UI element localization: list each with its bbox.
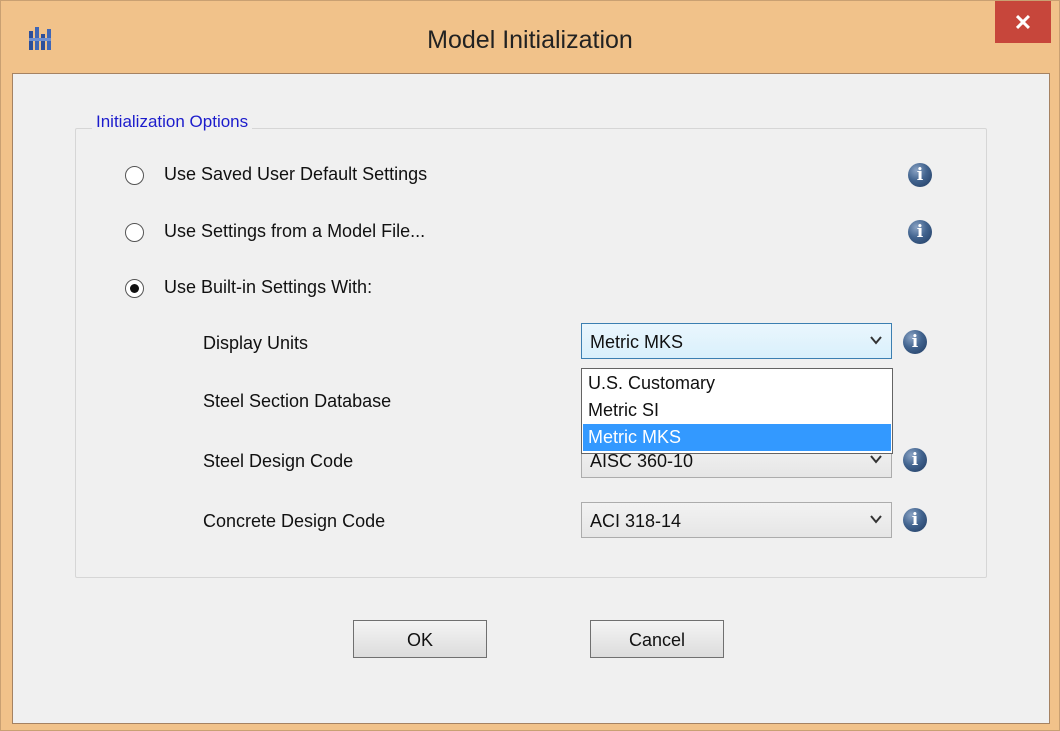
info-icon[interactable]: i: [903, 448, 927, 472]
close-icon: ✕: [1013, 10, 1033, 35]
chevron-down-icon: [870, 336, 882, 345]
radio-button[interactable]: [125, 223, 144, 242]
ok-button[interactable]: OK: [353, 620, 487, 658]
radio-button[interactable]: [125, 166, 144, 185]
dialog-body: Initialization Options Use Saved User De…: [12, 73, 1050, 724]
radio-label: Use Saved User Default Settings: [164, 164, 428, 184]
dropdown-option[interactable]: U.S. Customary: [583, 370, 891, 397]
radio-label: Use Built-in Settings With:: [164, 277, 373, 297]
info-icon[interactable]: i: [903, 508, 927, 532]
dropdown-option[interactable]: Metric SI: [583, 397, 891, 424]
display-units-dropdown-list: U.S. Customary Metric SI Metric MKS: [581, 368, 893, 454]
steel-section-database-label: Steel Section Database: [203, 391, 392, 411]
info-icon[interactable]: i: [903, 330, 927, 354]
dropdown-option-label: U.S. Customary: [588, 373, 716, 393]
info-icon[interactable]: i: [908, 220, 932, 244]
display-units-label: Display Units: [203, 333, 309, 353]
radio-label: Use Settings from a Model File...: [164, 221, 426, 241]
dropdown-option-label: Metric SI: [588, 400, 660, 420]
dropdown-option-label: Metric MKS: [588, 427, 682, 447]
cancel-button[interactable]: Cancel: [590, 620, 724, 658]
radio-button[interactable]: [125, 279, 144, 298]
group-legend: Initialization Options: [92, 112, 253, 132]
display-units-combo[interactable]: Metric MKS: [581, 323, 892, 359]
combo-value: AISC 360-10: [590, 451, 694, 471]
combo-value: Metric MKS: [590, 332, 684, 352]
window-title: Model Initialization: [427, 26, 633, 54]
close-button[interactable]: ✕: [995, 1, 1051, 43]
dropdown-option-selected[interactable]: Metric MKS: [583, 424, 891, 451]
title-bar[interactable]: Model Initialization ✕: [1, 1, 1059, 73]
chevron-down-icon: [870, 455, 882, 464]
steel-design-code-label: Steel Design Code: [203, 451, 354, 471]
radio-selected-dot: [130, 284, 139, 293]
concrete-design-code-combo[interactable]: ACI 318-14: [581, 502, 892, 538]
concrete-design-code-label: Concrete Design Code: [203, 511, 386, 531]
chevron-down-icon: [870, 515, 882, 524]
combo-value: ACI 318-14: [590, 511, 682, 531]
dialog-window: Model Initialization ✕ Initialization Op…: [0, 0, 1060, 731]
info-icon[interactable]: i: [908, 163, 932, 187]
